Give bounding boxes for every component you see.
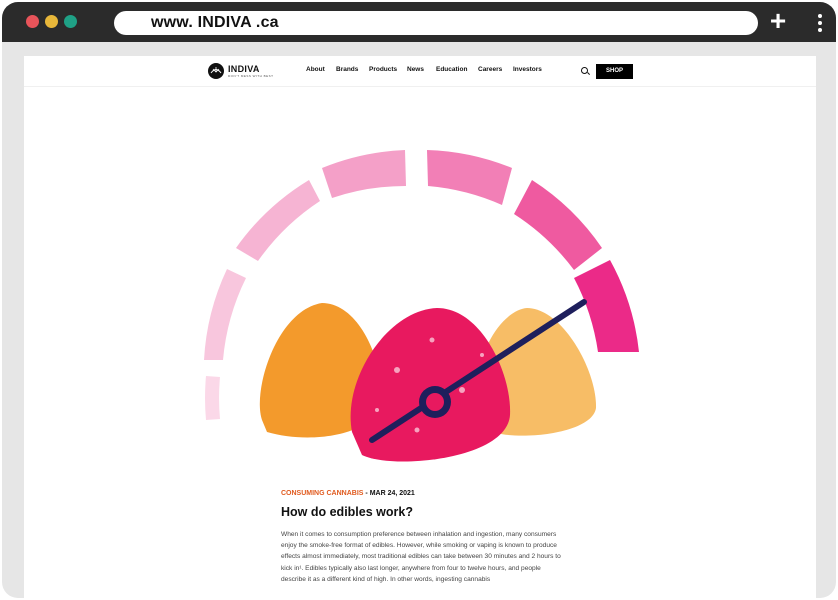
search-icon[interactable]: [581, 67, 588, 74]
nav-investors[interactable]: Investors: [513, 66, 542, 73]
nav-careers[interactable]: Careers: [478, 66, 502, 73]
menu-kebab-icon[interactable]: [814, 12, 826, 34]
browser-window: www. INDIVA .ca + INDIVA DON'T MESS WITH…: [2, 2, 836, 598]
site-header: INDIVA DON'T MESS WITH BEST About Brands…: [24, 56, 816, 87]
hero-image: [192, 140, 652, 480]
address-bar[interactable]: www. INDIVA .ca: [114, 11, 758, 35]
site-logo[interactable]: INDIVA DON'T MESS WITH BEST: [208, 62, 274, 80]
web-page: INDIVA DON'T MESS WITH BEST About Brands…: [24, 56, 816, 598]
nav-products[interactable]: Products: [369, 66, 397, 73]
nav-brands[interactable]: Brands: [336, 66, 358, 73]
nav-news[interactable]: News: [407, 66, 424, 73]
article-meta: CONSUMING CANNABIS - MAR 24, 2021: [281, 490, 415, 497]
article-body: When it comes to consumption preference …: [281, 531, 561, 583]
plus-icon[interactable]: +: [766, 4, 790, 38]
nav-education[interactable]: Education: [436, 66, 467, 73]
close-window-button[interactable]: [26, 15, 39, 28]
article-title: How do edibles work?: [281, 505, 413, 519]
logo-wordmark: INDIVA DON'T MESS WITH BEST: [228, 64, 274, 78]
shop-button[interactable]: SHOP: [596, 64, 633, 79]
nav-about[interactable]: About: [306, 66, 325, 73]
article-category[interactable]: CONSUMING CANNABIS: [281, 490, 363, 497]
article-date: MAR 24, 2021: [369, 490, 415, 497]
browser-toolbar: www. INDIVA .ca +: [2, 2, 836, 42]
maximize-window-button[interactable]: [64, 15, 77, 28]
gauge-gummies-illustration: [204, 150, 639, 462]
logo-emblem-icon: [208, 63, 224, 79]
minimize-window-button[interactable]: [45, 15, 58, 28]
